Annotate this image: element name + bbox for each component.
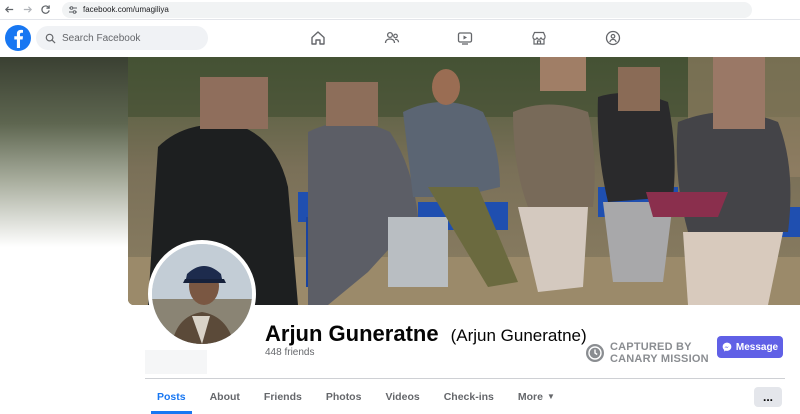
address-bar[interactable]: facebook.com/umagiliya <box>62 1 752 18</box>
profile-picture[interactable] <box>148 240 256 348</box>
message-button-label: Message <box>735 341 779 353</box>
facebook-logo-icon[interactable] <box>5 25 31 51</box>
search-icon <box>45 33 56 44</box>
canary-mission-watermark: CAPTURED BY CANARY MISSION <box>586 341 709 365</box>
marketplace-icon[interactable] <box>530 29 548 47</box>
messenger-icon <box>722 342 732 352</box>
search-input[interactable]: Search Facebook <box>36 26 208 50</box>
back-icon[interactable] <box>0 1 18 19</box>
url-text: facebook.com/umagiliya <box>83 5 169 14</box>
tab-posts[interactable]: Posts <box>145 379 198 414</box>
watermark-clock-icon <box>586 344 604 362</box>
profile-tabs: Posts About Friends Photos Videos Check-… <box>145 379 567 414</box>
watch-icon[interactable] <box>456 29 474 47</box>
friends-icon[interactable] <box>383 29 401 47</box>
tab-more[interactable]: More ▼ <box>506 379 567 414</box>
home-icon[interactable] <box>309 29 327 47</box>
tab-check-ins-label: Check-ins <box>443 390 494 403</box>
caret-down-icon: ▼ <box>546 392 555 401</box>
site-info-icon[interactable] <box>68 5 78 15</box>
tab-videos-label: Videos <box>385 390 420 403</box>
redacted-block <box>145 350 207 374</box>
watermark-line-2: CANARY MISSION <box>610 353 709 365</box>
profile-name-row: Arjun Guneratne (Arjun Guneratne) <box>265 321 587 347</box>
tab-photos-label: Photos <box>325 390 362 403</box>
groups-icon[interactable] <box>604 29 622 47</box>
tab-friends[interactable]: Friends <box>252 379 314 414</box>
tab-friends-label: Friends <box>263 390 302 403</box>
friends-count[interactable]: 448 friends <box>265 347 314 358</box>
facebook-header: Search Facebook <box>0 20 800 57</box>
tab-videos[interactable]: Videos <box>373 379 431 414</box>
more-options-button[interactable]: ... <box>754 387 782 407</box>
tab-photos[interactable]: Photos <box>314 379 374 414</box>
search-placeholder: Search Facebook <box>62 32 141 44</box>
watermark-line-1: CAPTURED BY <box>610 341 692 353</box>
tab-more-label: More <box>517 390 543 403</box>
tab-posts-label: Posts <box>157 390 186 403</box>
cover-side-background <box>0 57 128 247</box>
profile-alternate-name: (Arjun Guneratne) <box>450 326 587 345</box>
tab-check-ins[interactable]: Check-ins <box>432 379 506 414</box>
reload-icon[interactable] <box>36 1 54 19</box>
browser-toolbar: facebook.com/umagiliya <box>0 0 800 20</box>
tab-about-label: About <box>209 390 240 403</box>
tab-about[interactable]: About <box>198 379 252 414</box>
profile-name: Arjun Guneratne <box>265 321 439 346</box>
forward-icon[interactable] <box>18 1 36 19</box>
message-button[interactable]: Message <box>717 336 783 358</box>
